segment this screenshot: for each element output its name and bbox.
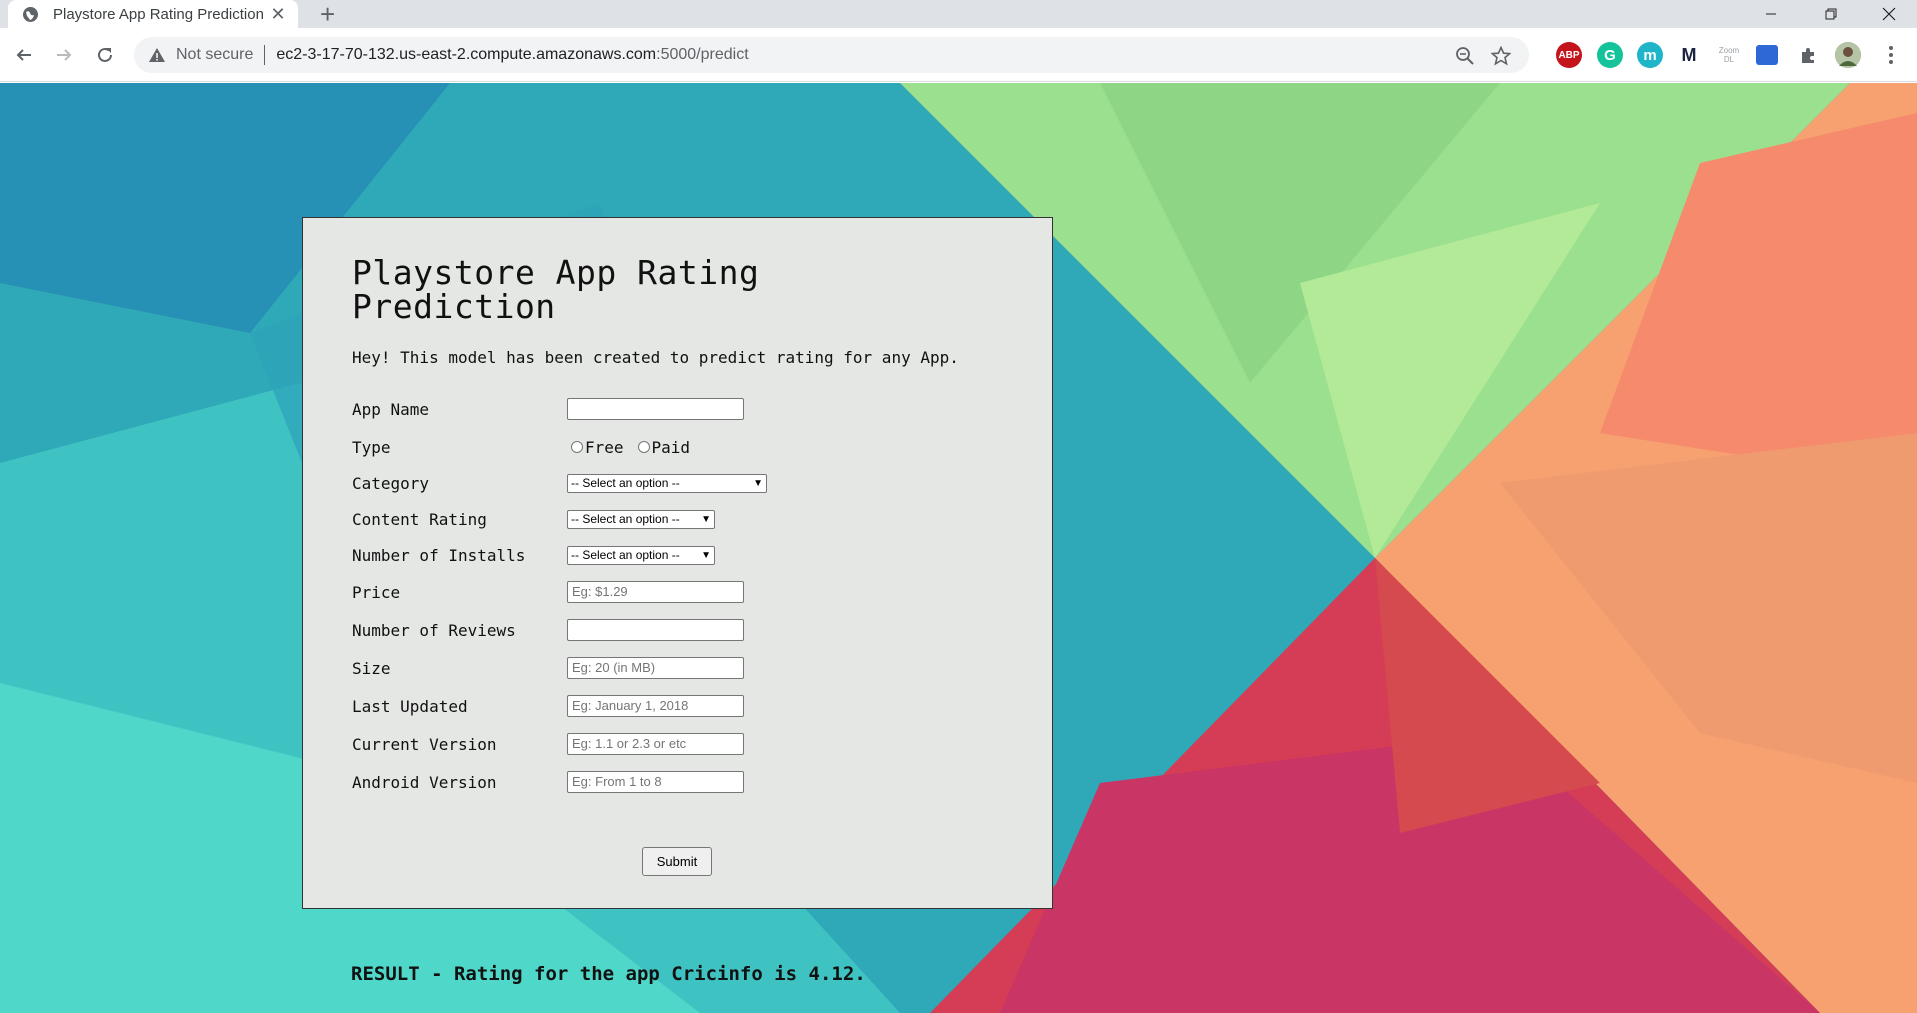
- menu-kebab-icon[interactable]: [1878, 42, 1904, 68]
- installs-label: Number of Installs: [352, 545, 526, 565]
- size-row: Size Eg: 20 (in MB): [352, 653, 1012, 683]
- category-label: Category: [352, 473, 430, 493]
- close-window-button[interactable]: [1861, 0, 1917, 28]
- paid-radio[interactable]: [637, 441, 650, 453]
- chevron-down-icon: ▼: [753, 477, 763, 489]
- content-rating-row: Content Rating -- Select an option -- ▼: [352, 504, 1012, 534]
- forward-button[interactable]: [50, 41, 78, 69]
- omnibox-divider: [264, 45, 266, 65]
- type-free-option[interactable]: Free: [571, 438, 624, 457]
- url-host: ec2-3-17-70-132.us-east-2.compute.amazon…: [276, 46, 657, 63]
- reviews-row: Number of Reviews: [352, 615, 1012, 645]
- price-input[interactable]: Eg: $1.29: [567, 581, 744, 603]
- grammarly-extension-icon[interactable]: G: [1597, 42, 1623, 68]
- price-label: Price: [352, 582, 401, 602]
- type-radio-group: Free Paid: [567, 438, 700, 457]
- type-row: Type Free Paid: [352, 432, 1012, 462]
- zoom-dl-extension-icon[interactable]: Zoom DL: [1716, 42, 1742, 68]
- reviews-input[interactable]: [567, 619, 744, 641]
- app-name-row: App Name: [352, 394, 1012, 424]
- profile-avatar[interactable]: [1835, 42, 1861, 68]
- chevron-down-icon: ▼: [701, 513, 711, 525]
- bookmark-star-icon[interactable]: [1490, 45, 1512, 71]
- installs-select[interactable]: -- Select an option -- ▼: [567, 545, 715, 565]
- chevron-down-icon: ▼: [701, 549, 711, 561]
- puzzle-extensions-icon[interactable]: [1796, 42, 1822, 68]
- tab-manager-extension-icon[interactable]: [1756, 45, 1778, 65]
- tab-title: Playstore App Rating Prediction: [53, 5, 264, 23]
- close-tab-icon[interactable]: ✕: [268, 4, 288, 25]
- warning-icon[interactable]: [148, 46, 166, 64]
- restore-button[interactable]: [1803, 0, 1859, 28]
- browser-tab[interactable]: Playstore App Rating Prediction ✕: [8, 0, 298, 28]
- content-rating-label: Content Rating: [352, 509, 487, 529]
- size-input[interactable]: Eg: 20 (in MB): [567, 657, 744, 679]
- page-viewport: Playstore App Rating Prediction Hey! Thi…: [0, 83, 1917, 1013]
- prediction-form-card: Playstore App Rating Prediction Hey! Thi…: [302, 217, 1053, 909]
- category-select[interactable]: -- Select an option -- ▼: [567, 473, 767, 493]
- free-label: Free: [585, 437, 624, 457]
- security-label[interactable]: Not secure: [176, 46, 253, 64]
- reload-button[interactable]: [91, 41, 119, 69]
- reviews-label: Number of Reviews: [352, 620, 516, 640]
- last-updated-input[interactable]: Eg: January 1, 2018: [567, 695, 744, 717]
- installs-row: Number of Installs -- Select an option -…: [352, 540, 1012, 570]
- installs-select-value: -- Select an option --: [571, 548, 680, 562]
- android-version-label: Android Version: [352, 772, 497, 792]
- submit-button[interactable]: Submit: [642, 847, 712, 876]
- page-title: Playstore App Rating Prediction: [352, 253, 760, 326]
- zoom-icon[interactable]: [1455, 46, 1475, 71]
- category-row: Category -- Select an option -- ▼: [352, 468, 1012, 498]
- mercury-extension-icon[interactable]: m: [1637, 42, 1663, 68]
- current-version-label: Current Version: [352, 734, 497, 754]
- minimize-button[interactable]: [1743, 0, 1799, 28]
- content-rating-select[interactable]: -- Select an option -- ▼: [567, 509, 715, 529]
- browser-toolbar: Not secure ec2-3-17-70-132.us-east-2.com…: [0, 28, 1917, 82]
- free-radio[interactable]: [571, 441, 583, 453]
- current-version-row: Current Version Eg: 1.1 or 2.3 or etc: [352, 729, 1012, 759]
- app-name-label: App Name: [352, 399, 430, 419]
- category-select-value: -- Select an option --: [571, 476, 680, 490]
- price-row: Price Eg: $1.29: [352, 577, 1012, 607]
- result-text: RESULT - Rating for the app Cricinfo is …: [351, 963, 866, 985]
- page-subtitle: Hey! This model has been created to pred…: [352, 348, 959, 367]
- medium-extension-icon[interactable]: M: [1676, 42, 1702, 68]
- last-updated-label: Last Updated: [352, 696, 468, 716]
- android-version-row: Android Version Eg: From 1 to 8: [352, 767, 1012, 797]
- current-version-input[interactable]: Eg: 1.1 or 2.3 or etc: [567, 733, 744, 755]
- paid-label: Paid: [651, 437, 691, 457]
- last-updated-row: Last Updated Eg: January 1, 2018: [352, 691, 1012, 721]
- back-button[interactable]: [10, 41, 38, 69]
- new-tab-button[interactable]: +: [320, 1, 335, 27]
- type-paid-option[interactable]: Paid: [637, 437, 691, 457]
- address-bar[interactable]: Not secure ec2-3-17-70-132.us-east-2.com…: [134, 37, 1529, 73]
- android-version-input[interactable]: Eg: From 1 to 8: [567, 771, 744, 793]
- url-path: :5000/predict: [656, 46, 749, 63]
- type-label: Type: [352, 437, 391, 457]
- app-name-input[interactable]: [567, 398, 744, 420]
- globe-icon: [22, 6, 39, 23]
- adblock-extension-icon[interactable]: ABP: [1556, 42, 1582, 68]
- tab-strip: Playstore App Rating Prediction ✕ +: [0, 0, 1917, 28]
- content-rating-select-value: -- Select an option --: [571, 512, 680, 526]
- size-label: Size: [352, 658, 391, 678]
